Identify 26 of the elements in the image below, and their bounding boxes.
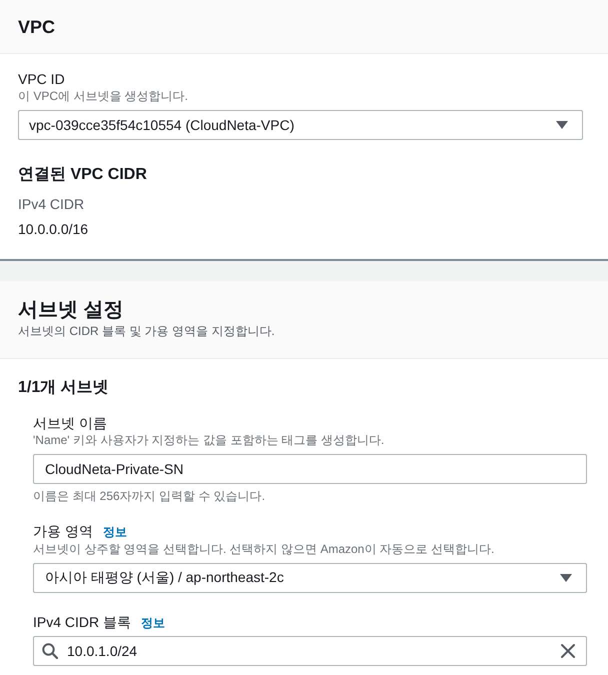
- field-label: VPC ID: [18, 70, 65, 88]
- vpc-select[interactable]: vpc-039cce35f54c10554 (CloudNeta-VPC): [18, 110, 583, 140]
- cidr-value: 10.0.0.0/16: [18, 220, 90, 239]
- field-label: 서브넷 이름: [33, 414, 107, 432]
- info-link[interactable]: 정보: [102, 523, 127, 541]
- caret-down-icon: [556, 121, 568, 129]
- caret-down-icon: [560, 574, 572, 582]
- panel-title: VPC: [18, 16, 56, 38]
- section-heading: 연결된 VPC CIDR: [18, 165, 148, 185]
- cidr-search-field[interactable]: 10.0.1.0/24: [33, 636, 587, 666]
- info-link[interactable]: 정보: [141, 614, 166, 632]
- clear-button[interactable]: [560, 643, 576, 659]
- field-label: IPv4 CIDR: [18, 195, 86, 214]
- field-hint: 이름은 최대 256자까지 입력할 수 있습니다.: [33, 488, 266, 504]
- availability-zone-select[interactable]: 아시아 태평양 (서울) / ap-northeast-2c: [33, 563, 587, 593]
- field-label: IPv4 CIDR 블록: [33, 613, 132, 631]
- panel-title: 서브넷 설정: [18, 298, 125, 323]
- close-icon: [560, 643, 576, 659]
- field-description: 서브넷이 상주할 영역을 선택합니다. 선택하지 않으면 Amazon이 자동으로 선택합니다.: [33, 541, 496, 557]
- field-description: 'Name' 키와 사용자가 지정하는 값을 포함하는 태그를 생성합니다.: [33, 432, 386, 448]
- field-description: 이 VPC에 서브넷을 생성합니다.: [18, 88, 190, 104]
- search-icon: [42, 643, 58, 659]
- subnet-name-input[interactable]: CloudNeta-Private-SN: [33, 454, 587, 484]
- section-heading: 1/1개 서브넷: [18, 378, 110, 398]
- field-label: 가용 영역: [33, 522, 93, 540]
- panel-description: 서브넷의 CIDR 블록 및 가용 영역을 지정합니다.: [18, 323, 276, 339]
